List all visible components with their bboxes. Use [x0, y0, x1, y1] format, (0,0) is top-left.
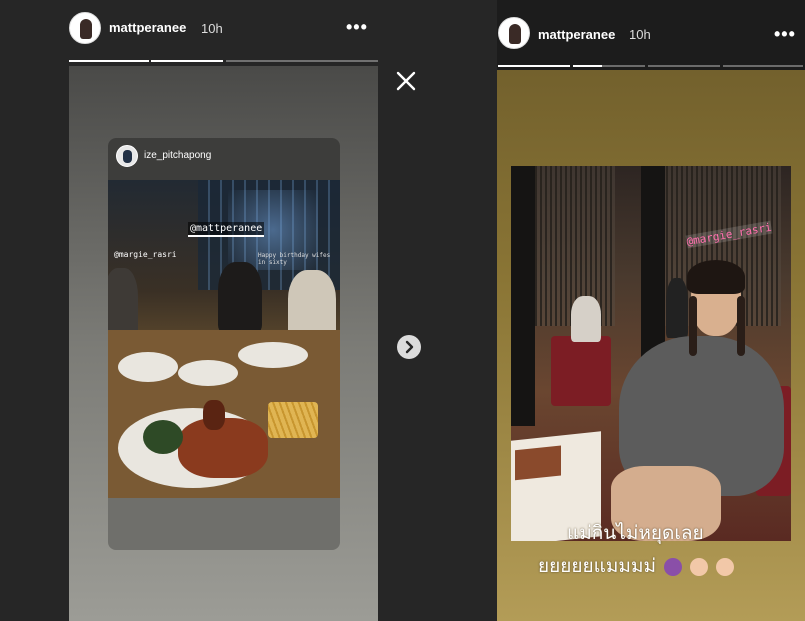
- plate: [238, 342, 308, 368]
- red-chair: [551, 336, 611, 406]
- fries: [268, 402, 318, 438]
- shared-post-card[interactable]: ize_pitchapong @mattperanee @margie_rasr…: [108, 138, 340, 550]
- left-progress-segment-3: [226, 60, 378, 62]
- left-story-header: [0, 0, 378, 62]
- left-story-avatar[interactable]: [69, 12, 101, 44]
- stories-viewer: mattperanee 10h ••• ize_pitchapong @matt…: [0, 0, 805, 621]
- baby-emoji-icon: [716, 557, 735, 576]
- shared-post-username: ize_pitchapong: [144, 150, 212, 161]
- right-progress-segment-4: [723, 65, 803, 67]
- right-story-time: 10h: [629, 27, 651, 42]
- lobster-claw: [203, 400, 225, 430]
- more-dots-icon[interactable]: •••: [346, 18, 368, 36]
- mention-sticker-main[interactable]: @mattperanee: [188, 222, 265, 237]
- guest-left: [108, 268, 138, 338]
- shared-post-header: ize_pitchapong: [108, 138, 340, 180]
- left-progress-segment-1: [69, 60, 149, 62]
- more-dots-icon[interactable]: •••: [774, 25, 796, 43]
- right-story-avatar[interactable]: [498, 17, 530, 49]
- mention-sticker-second[interactable]: @margie_rasri: [114, 250, 177, 259]
- baby-emoji-icon: [690, 557, 709, 576]
- right-progress-segment-2: [573, 65, 645, 67]
- diner: [571, 296, 601, 342]
- left-progress-segment-2: [151, 60, 223, 62]
- right-progress-segment-1: [498, 65, 570, 67]
- lobster: [178, 418, 268, 478]
- next-story-button[interactable]: [397, 335, 421, 359]
- woman-hair: [687, 260, 745, 294]
- salad: [143, 420, 183, 454]
- shared-post-avatar: [116, 145, 138, 167]
- waiter: [666, 278, 688, 338]
- story-caption-line1: แม่กินไม่หยุดเลย: [567, 522, 704, 544]
- story-caption-line2: ยยยยยแมมมม่: [538, 551, 735, 581]
- shared-post-photo: @mattperanee @margie_rasri Happy birthda…: [108, 180, 340, 498]
- pillar: [511, 166, 535, 426]
- restaurant-photo: [511, 166, 791, 541]
- braid-right: [737, 296, 745, 356]
- menu-food-photo: [515, 445, 561, 481]
- left-story-time: 10h: [201, 21, 223, 36]
- post-small-caption: Happy birthday wifes in sixty: [258, 252, 331, 266]
- left-story-username[interactable]: mattperanee: [109, 20, 186, 35]
- chevron-right-icon: [405, 340, 414, 354]
- pregnant-woman-emoji-icon: [664, 557, 683, 576]
- caption-line2-text: ยยยยยแมมมม่: [538, 555, 657, 577]
- plate: [178, 360, 238, 386]
- braid-left: [689, 296, 697, 356]
- right-progress-segment-3: [648, 65, 720, 67]
- plate: [118, 352, 178, 382]
- right-story-username[interactable]: mattperanee: [538, 27, 615, 42]
- close-icon[interactable]: [393, 68, 419, 94]
- guest-center: [218, 262, 262, 332]
